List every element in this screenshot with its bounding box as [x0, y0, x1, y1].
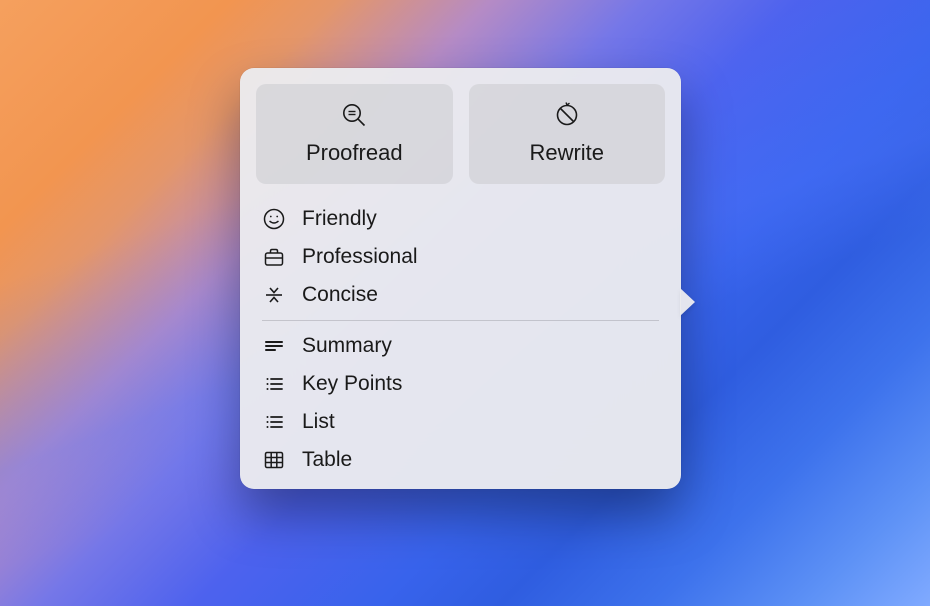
format-options-list: Summary Key Points: [256, 327, 665, 479]
tone-options-list: Friendly Professional Concise: [256, 200, 665, 314]
writing-tools-panel: Proofread Rewrite Fr: [240, 68, 681, 489]
rewrite-label: Rewrite: [529, 140, 604, 166]
menu-item-friendly[interactable]: Friendly: [262, 200, 659, 238]
smiley-icon: [262, 207, 286, 231]
menu-label: Professional: [302, 245, 418, 269]
bullet-list-icon: [262, 372, 286, 396]
menu-label: Key Points: [302, 372, 402, 396]
magnifier-icon: [341, 102, 367, 128]
bullet-list-icon: [262, 410, 286, 434]
paragraph-icon: [262, 334, 286, 358]
compress-icon: [262, 283, 286, 307]
briefcase-icon: [262, 245, 286, 269]
table-icon: [262, 448, 286, 472]
menu-item-concise[interactable]: Concise: [262, 276, 659, 314]
menu-label: Concise: [302, 283, 378, 307]
proofread-button[interactable]: Proofread: [256, 84, 453, 184]
menu-item-table[interactable]: Table: [262, 441, 659, 479]
menu-label: Table: [302, 448, 352, 472]
rewrite-icon: [554, 102, 580, 128]
menu-item-keypoints[interactable]: Key Points: [262, 365, 659, 403]
section-divider: [262, 320, 659, 321]
primary-actions-row: Proofread Rewrite: [256, 84, 665, 184]
menu-item-summary[interactable]: Summary: [262, 327, 659, 365]
menu-label: Summary: [302, 334, 392, 358]
menu-item-professional[interactable]: Professional: [262, 238, 659, 276]
menu-item-list[interactable]: List: [262, 403, 659, 441]
proofread-label: Proofread: [306, 140, 403, 166]
menu-label: List: [302, 410, 335, 434]
rewrite-button[interactable]: Rewrite: [469, 84, 666, 184]
menu-label: Friendly: [302, 207, 377, 231]
